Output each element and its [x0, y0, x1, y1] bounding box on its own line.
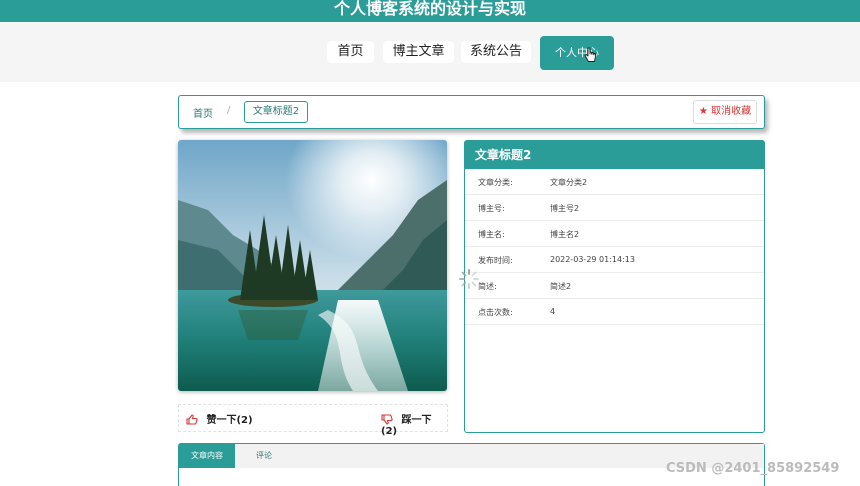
nav-personal-center[interactable]: 个人中心: [540, 36, 614, 70]
info-value: 文章分类2: [550, 178, 588, 187]
info-value: 博主号2: [550, 204, 580, 213]
star-icon: ★: [698, 106, 708, 117]
info-value: 博主名2: [550, 230, 580, 239]
info-value: 4: [550, 307, 556, 316]
lake-landscape-image: [178, 140, 447, 391]
info-label: 博主号:: [478, 204, 505, 213]
info-row-summary: 简述: 简述2: [465, 273, 764, 299]
info-row-publish-time: 发布时间: 2022-03-29 01:14:13: [465, 247, 764, 273]
info-label: 点击次数:: [478, 308, 513, 317]
app-title: 个人博客系统的设计与实现: [333, 0, 526, 18]
info-value: 2022-03-29 01:14:13: [550, 255, 635, 264]
info-label: 简述:: [478, 282, 497, 291]
info-row-click-count: 点击次数: 4: [465, 299, 764, 325]
app-title-bar: 个人博客系统的设计与实现: [0, 0, 860, 22]
like-button[interactable]: 赞一下(2): [186, 411, 253, 426]
breadcrumb-home[interactable]: 首页: [193, 105, 213, 120]
like-label: 赞一下(2): [206, 415, 253, 426]
breadcrumb: 首页 / 文章标题2 ★ 取消收藏: [178, 95, 765, 129]
unfavorite-button[interactable]: ★ 取消收藏: [693, 100, 757, 124]
thumbs-down-icon: [381, 414, 393, 425]
tab-comments[interactable]: 评论: [249, 444, 279, 468]
unfavorite-label: 取消收藏: [711, 106, 752, 117]
article-info-panel: 文章标题2 文章分类: 文章分类2 博主号: 博主号2 博主名: 博主名2 发布…: [464, 140, 765, 433]
info-row-blogger-name: 博主名: 博主名2: [465, 221, 764, 247]
tab-article-content[interactable]: 文章内容: [179, 444, 235, 468]
hand-cursor-icon: [584, 47, 596, 62]
article-cover-image: [178, 140, 447, 391]
loading-spinner-icon: [459, 269, 479, 289]
nav-home[interactable]: 首页: [327, 41, 374, 63]
breadcrumb-separator: /: [227, 105, 231, 116]
vote-bar: 赞一下(2) 踩一下(2): [178, 404, 448, 437]
main-nav: 首页 博主文章 系统公告 个人中心: [0, 22, 860, 82]
info-row-blogger-id: 博主号: 博主号2: [465, 195, 764, 221]
info-label: 博主名:: [478, 230, 505, 239]
info-label: 文章分类:: [478, 178, 513, 187]
breadcrumb-current: 文章标题2: [244, 101, 308, 123]
article-title: 文章标题2: [465, 141, 764, 169]
thumbs-up-icon: [186, 414, 198, 425]
dislike-button[interactable]: 踩一下(2): [381, 411, 447, 437]
nav-blogger-articles[interactable]: 博主文章: [383, 41, 454, 63]
info-row-category: 文章分类: 文章分类2: [465, 169, 764, 195]
nav-announcements[interactable]: 系统公告: [461, 41, 531, 63]
info-value: 简述2: [550, 282, 572, 291]
watermark: CSDN @2401_85892549: [666, 461, 840, 476]
info-label: 发布时间:: [478, 256, 513, 265]
